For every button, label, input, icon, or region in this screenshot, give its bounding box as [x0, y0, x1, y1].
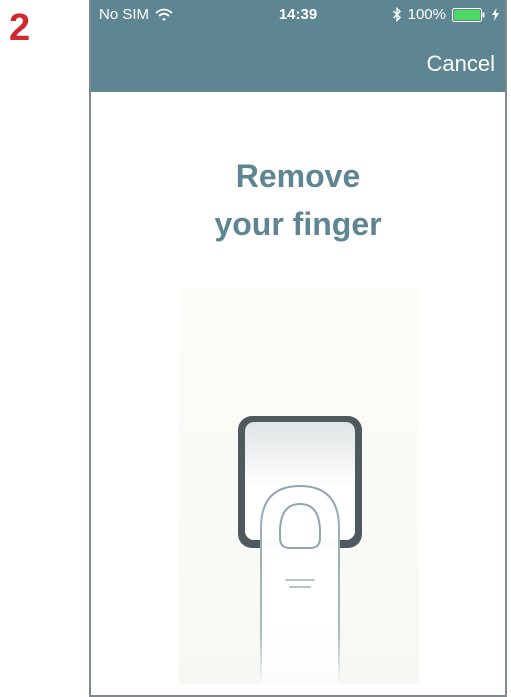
fingerprint-sensor-finger-icon [179, 288, 419, 685]
charging-bolt-icon [492, 8, 499, 21]
phone-screen: No SIM 14:39 100% Cancel Remove your fin… [89, 0, 507, 697]
cancel-button[interactable]: Cancel [427, 50, 495, 78]
page-title: Remove your finger [91, 152, 505, 248]
title-line-1: Remove [235, 158, 361, 194]
bluetooth-icon [392, 6, 402, 23]
status-right-group: 100% [392, 6, 499, 23]
title-line-2: your finger [214, 206, 382, 242]
step-number: 2 [9, 7, 31, 49]
battery-percent: 100% [407, 6, 446, 23]
navigation-bar: No SIM 14:39 100% Cancel [91, 0, 505, 92]
battery-icon [452, 7, 486, 22]
page: 2 No SIM 14:39 100% Cancel Remove your f… [0, 0, 511, 697]
status-bar: No SIM 14:39 100% [91, 0, 505, 30]
